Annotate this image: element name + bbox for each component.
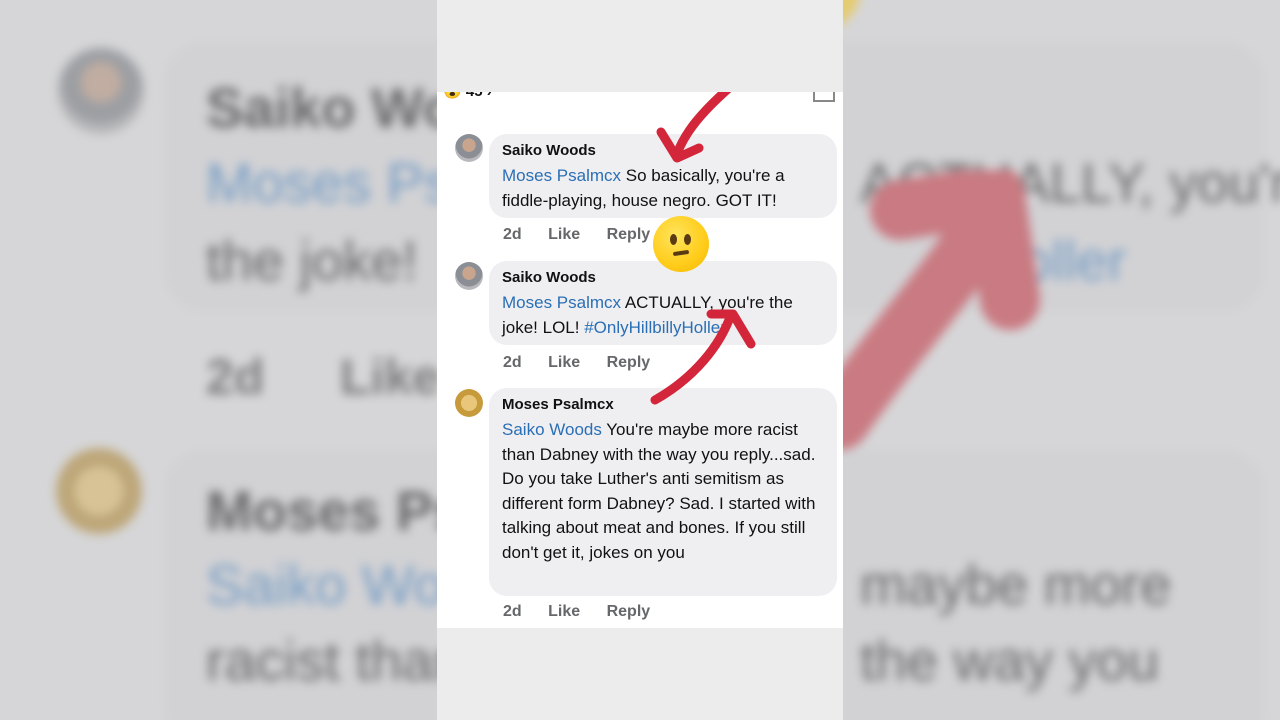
avatar[interactable] bbox=[455, 262, 483, 290]
mention-link[interactable]: Moses Psalmcx bbox=[502, 293, 621, 312]
bg-line-4: racist than bbox=[206, 629, 465, 692]
comment-author[interactable]: Moses Psalmcx bbox=[502, 396, 825, 414]
comment-text: Moses Psalmcx So basically, you're a fid… bbox=[502, 166, 785, 210]
comment-time: 2d bbox=[503, 603, 522, 620]
like-button[interactable]: Like bbox=[548, 226, 580, 244]
bg-arrow bbox=[820, 170, 1040, 450]
phone-panel: 😮 45 › Saiko Woods Moses Psalmcx So basi… bbox=[437, 0, 843, 720]
comment-actions: 2d Like Reply bbox=[503, 226, 672, 244]
reply-icon[interactable] bbox=[813, 92, 835, 102]
avatar[interactable] bbox=[455, 134, 483, 162]
comment-text: Saiko Woods You're maybe more racist tha… bbox=[502, 420, 816, 562]
confused-face-emoji-icon bbox=[653, 216, 709, 272]
panel-top-margin bbox=[437, 0, 843, 92]
like-button[interactable]: Like bbox=[548, 354, 580, 372]
reply-button[interactable]: Reply bbox=[607, 603, 651, 621]
comment-bubble[interactable]: Saiko Woods Moses Psalmcx ACTUALLY, you'… bbox=[489, 261, 837, 345]
like-button[interactable]: Like bbox=[548, 603, 580, 621]
bg-time: 2d bbox=[206, 349, 265, 405]
bg-line-2: the joke! bbox=[206, 229, 418, 292]
panel-bottom-margin bbox=[437, 628, 843, 720]
comment-text: Moses Psalmcx ACTUALLY, you're the joke!… bbox=[502, 293, 793, 337]
avatar[interactable] bbox=[455, 389, 483, 417]
mention-link[interactable]: Saiko Woods bbox=[502, 420, 602, 439]
bg-line-5: the way you bbox=[860, 629, 1159, 692]
comment-time: 2d bbox=[503, 226, 522, 243]
bg-avatar-saiko bbox=[58, 48, 144, 134]
comment-author[interactable]: Saiko Woods bbox=[502, 269, 825, 287]
mention-link[interactable]: Moses Psalmcx bbox=[502, 166, 621, 185]
bg-line-3: maybe more bbox=[860, 553, 1172, 616]
comment-thread: 😮 45 › Saiko Woods Moses Psalmcx So basi… bbox=[437, 92, 843, 628]
comment-author[interactable]: Saiko Woods bbox=[502, 142, 825, 160]
bg-like: Like bbox=[340, 349, 441, 405]
bg-avatar-moses bbox=[56, 448, 142, 534]
comment-time: 2d bbox=[503, 354, 522, 371]
comment-bubble[interactable]: Moses Psalmcx Saiko Woods You're maybe m… bbox=[489, 388, 837, 596]
hashtag-link[interactable]: #OnlyHillbillyHoller bbox=[584, 318, 726, 337]
comment-bubble[interactable]: Saiko Woods Moses Psalmcx So basically, … bbox=[489, 134, 837, 218]
comment-actions: 2d Like Reply bbox=[503, 603, 672, 621]
reply-button[interactable]: Reply bbox=[607, 226, 651, 244]
comment-actions: 2d Like Reply bbox=[503, 354, 672, 372]
reaction-count[interactable]: 😮 45 › bbox=[443, 92, 492, 100]
reply-button[interactable]: Reply bbox=[607, 354, 651, 372]
